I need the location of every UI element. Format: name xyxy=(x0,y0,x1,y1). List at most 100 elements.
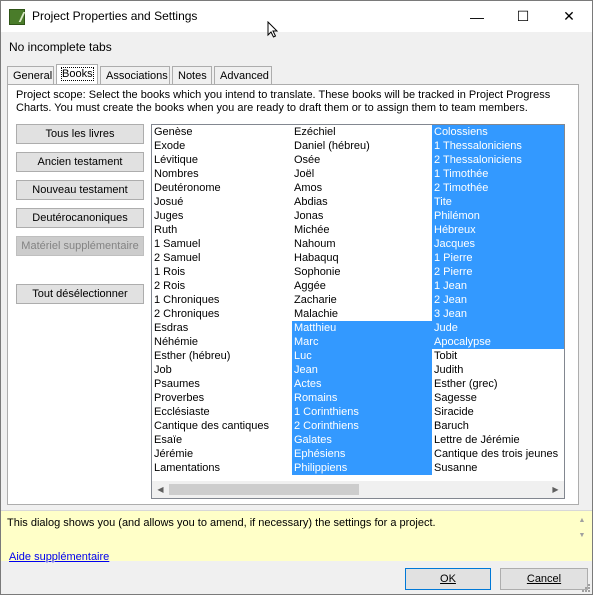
book-item[interactable]: Baruch xyxy=(432,419,564,433)
book-item[interactable]: Daniel (hébreu) xyxy=(292,139,432,153)
book-item[interactable]: Aggée xyxy=(292,279,432,293)
help-scrollbar[interactable]: ▲ ▼ xyxy=(576,517,588,547)
book-item[interactable]: Psaumes xyxy=(152,377,292,391)
book-item[interactable]: Lévitique xyxy=(152,153,292,167)
old-testament-button[interactable]: Ancien testament xyxy=(16,152,144,172)
book-item[interactable]: 2 Rois xyxy=(152,279,292,293)
book-item[interactable]: Abdias xyxy=(292,195,432,209)
book-item[interactable]: Esaïe xyxy=(152,433,292,447)
book-item[interactable]: Esther (grec) xyxy=(432,377,564,391)
all-books-button[interactable]: Tous les livres xyxy=(16,124,144,144)
book-item[interactable]: 2 Corinthiens xyxy=(292,419,432,433)
book-item[interactable]: 2 Pierre xyxy=(432,265,564,279)
book-item[interactable]: Malachie xyxy=(292,307,432,321)
book-item[interactable]: 3 Jean xyxy=(432,307,564,321)
scroll-right-icon[interactable]: ▶ xyxy=(547,481,564,498)
resize-grip-icon[interactable] xyxy=(580,582,590,592)
tab-advanced[interactable]: Advanced xyxy=(214,66,272,85)
book-item[interactable]: Jude xyxy=(432,321,564,335)
book-item[interactable]: Ezéchiel xyxy=(292,125,432,139)
book-item[interactable]: 2 Chroniques xyxy=(152,307,292,321)
scroll-left-icon[interactable]: ◀ xyxy=(152,481,169,498)
book-item[interactable]: Esther (hébreu) xyxy=(152,349,292,363)
ok-button[interactable]: OK xyxy=(405,568,491,590)
book-item[interactable]: 1 Corinthiens xyxy=(292,405,432,419)
tab-notes[interactable]: Notes xyxy=(172,66,212,85)
tab-books[interactable]: Books xyxy=(56,64,98,85)
book-item[interactable]: Sagesse xyxy=(432,391,564,405)
book-item[interactable]: Josué xyxy=(152,195,292,209)
book-item[interactable]: Nahoum xyxy=(292,237,432,251)
book-item[interactable]: Hébreux xyxy=(432,223,564,237)
new-testament-button[interactable]: Nouveau testament xyxy=(16,180,144,200)
book-item[interactable]: Proverbes xyxy=(152,391,292,405)
book-item[interactable]: Jacques xyxy=(432,237,564,251)
book-item[interactable]: Ruth xyxy=(152,223,292,237)
deselect-all-button[interactable]: Tout désélectionner xyxy=(16,284,144,304)
book-item[interactable]: Lamentations xyxy=(152,461,292,475)
book-item[interactable]: Apocalypse xyxy=(432,335,564,349)
book-item[interactable]: Osée xyxy=(292,153,432,167)
book-item[interactable]: Actes xyxy=(292,377,432,391)
book-item[interactable]: Marc xyxy=(292,335,432,349)
book-item[interactable]: Job xyxy=(152,363,292,377)
book-item[interactable]: 2 Thessaloniciens xyxy=(432,153,564,167)
tab-associations[interactable]: Associations xyxy=(100,66,170,85)
book-item[interactable]: Michée xyxy=(292,223,432,237)
book-item[interactable]: Exode xyxy=(152,139,292,153)
book-item[interactable]: 1 Thessaloniciens xyxy=(432,139,564,153)
book-item[interactable]: 1 Chroniques xyxy=(152,293,292,307)
horizontal-scrollbar[interactable]: ◀ ▶ xyxy=(152,481,564,498)
book-item[interactable]: Colossiens xyxy=(432,125,564,139)
book-item[interactable]: Susanne xyxy=(432,461,564,475)
book-item[interactable]: Tite xyxy=(432,195,564,209)
book-item[interactable]: Esdras xyxy=(152,321,292,335)
book-item[interactable]: Néhémie xyxy=(152,335,292,349)
tab-general[interactable]: General xyxy=(7,66,54,85)
book-item[interactable]: 1 Rois xyxy=(152,265,292,279)
book-item[interactable]: Jonas xyxy=(292,209,432,223)
book-item[interactable]: 1 Pierre xyxy=(432,251,564,265)
more-help-link[interactable]: Aide supplémentaire xyxy=(9,551,109,563)
scroll-down-icon[interactable]: ▼ xyxy=(576,532,588,539)
book-item[interactable]: Luc xyxy=(292,349,432,363)
cancel-button[interactable]: Cancel xyxy=(500,568,588,590)
close-button[interactable]: ✕ xyxy=(546,1,592,32)
book-item[interactable]: Cantique des cantiques xyxy=(152,419,292,433)
book-item[interactable]: Sophonie xyxy=(292,265,432,279)
book-item[interactable]: Tobit xyxy=(432,349,564,363)
title-bar[interactable]: Project Properties and Settings — ☐ ✕ xyxy=(1,1,592,32)
book-item[interactable]: Cantique des trois jeunes xyxy=(432,447,564,461)
book-item[interactable]: Habaquq xyxy=(292,251,432,265)
book-item[interactable]: Joël xyxy=(292,167,432,181)
book-item[interactable]: 1 Timothée xyxy=(432,167,564,181)
book-item[interactable]: 2 Samuel xyxy=(152,251,292,265)
book-item[interactable]: Genèse xyxy=(152,125,292,139)
book-item[interactable]: Ephésiens xyxy=(292,447,432,461)
book-item[interactable]: Jean xyxy=(292,363,432,377)
deuterocanonical-button[interactable]: Deutérocanoniques xyxy=(16,208,144,228)
book-item[interactable]: 1 Jean xyxy=(432,279,564,293)
book-item[interactable]: Juges xyxy=(152,209,292,223)
book-item[interactable]: Jérémie xyxy=(152,447,292,461)
books-list[interactable]: Genèse Exode Lévitique Nombres Deutéronome Jo… xyxy=(151,124,565,499)
book-item[interactable]: Zacharie xyxy=(292,293,432,307)
book-item[interactable]: Nombres xyxy=(152,167,292,181)
book-item[interactable]: Lettre de Jérémie xyxy=(432,433,564,447)
scroll-up-icon[interactable]: ▲ xyxy=(576,517,588,524)
scroll-thumb[interactable] xyxy=(169,484,359,495)
maximize-button[interactable]: ☐ xyxy=(500,1,546,32)
book-item[interactable]: 2 Timothée xyxy=(432,181,564,195)
book-item[interactable]: Deutéronome xyxy=(152,181,292,195)
book-item[interactable]: Galates xyxy=(292,433,432,447)
book-item[interactable]: Romains xyxy=(292,391,432,405)
book-item[interactable]: Siracide xyxy=(432,405,564,419)
minimize-button[interactable]: — xyxy=(454,1,500,32)
book-item[interactable]: Philémon xyxy=(432,209,564,223)
book-item[interactable]: Philippiens xyxy=(292,461,432,475)
book-item[interactable]: Ecclésiaste xyxy=(152,405,292,419)
book-item[interactable]: Amos xyxy=(292,181,432,195)
book-item[interactable]: 2 Jean xyxy=(432,293,564,307)
book-item[interactable]: 1 Samuel xyxy=(152,237,292,251)
book-item[interactable]: Matthieu xyxy=(292,321,432,335)
